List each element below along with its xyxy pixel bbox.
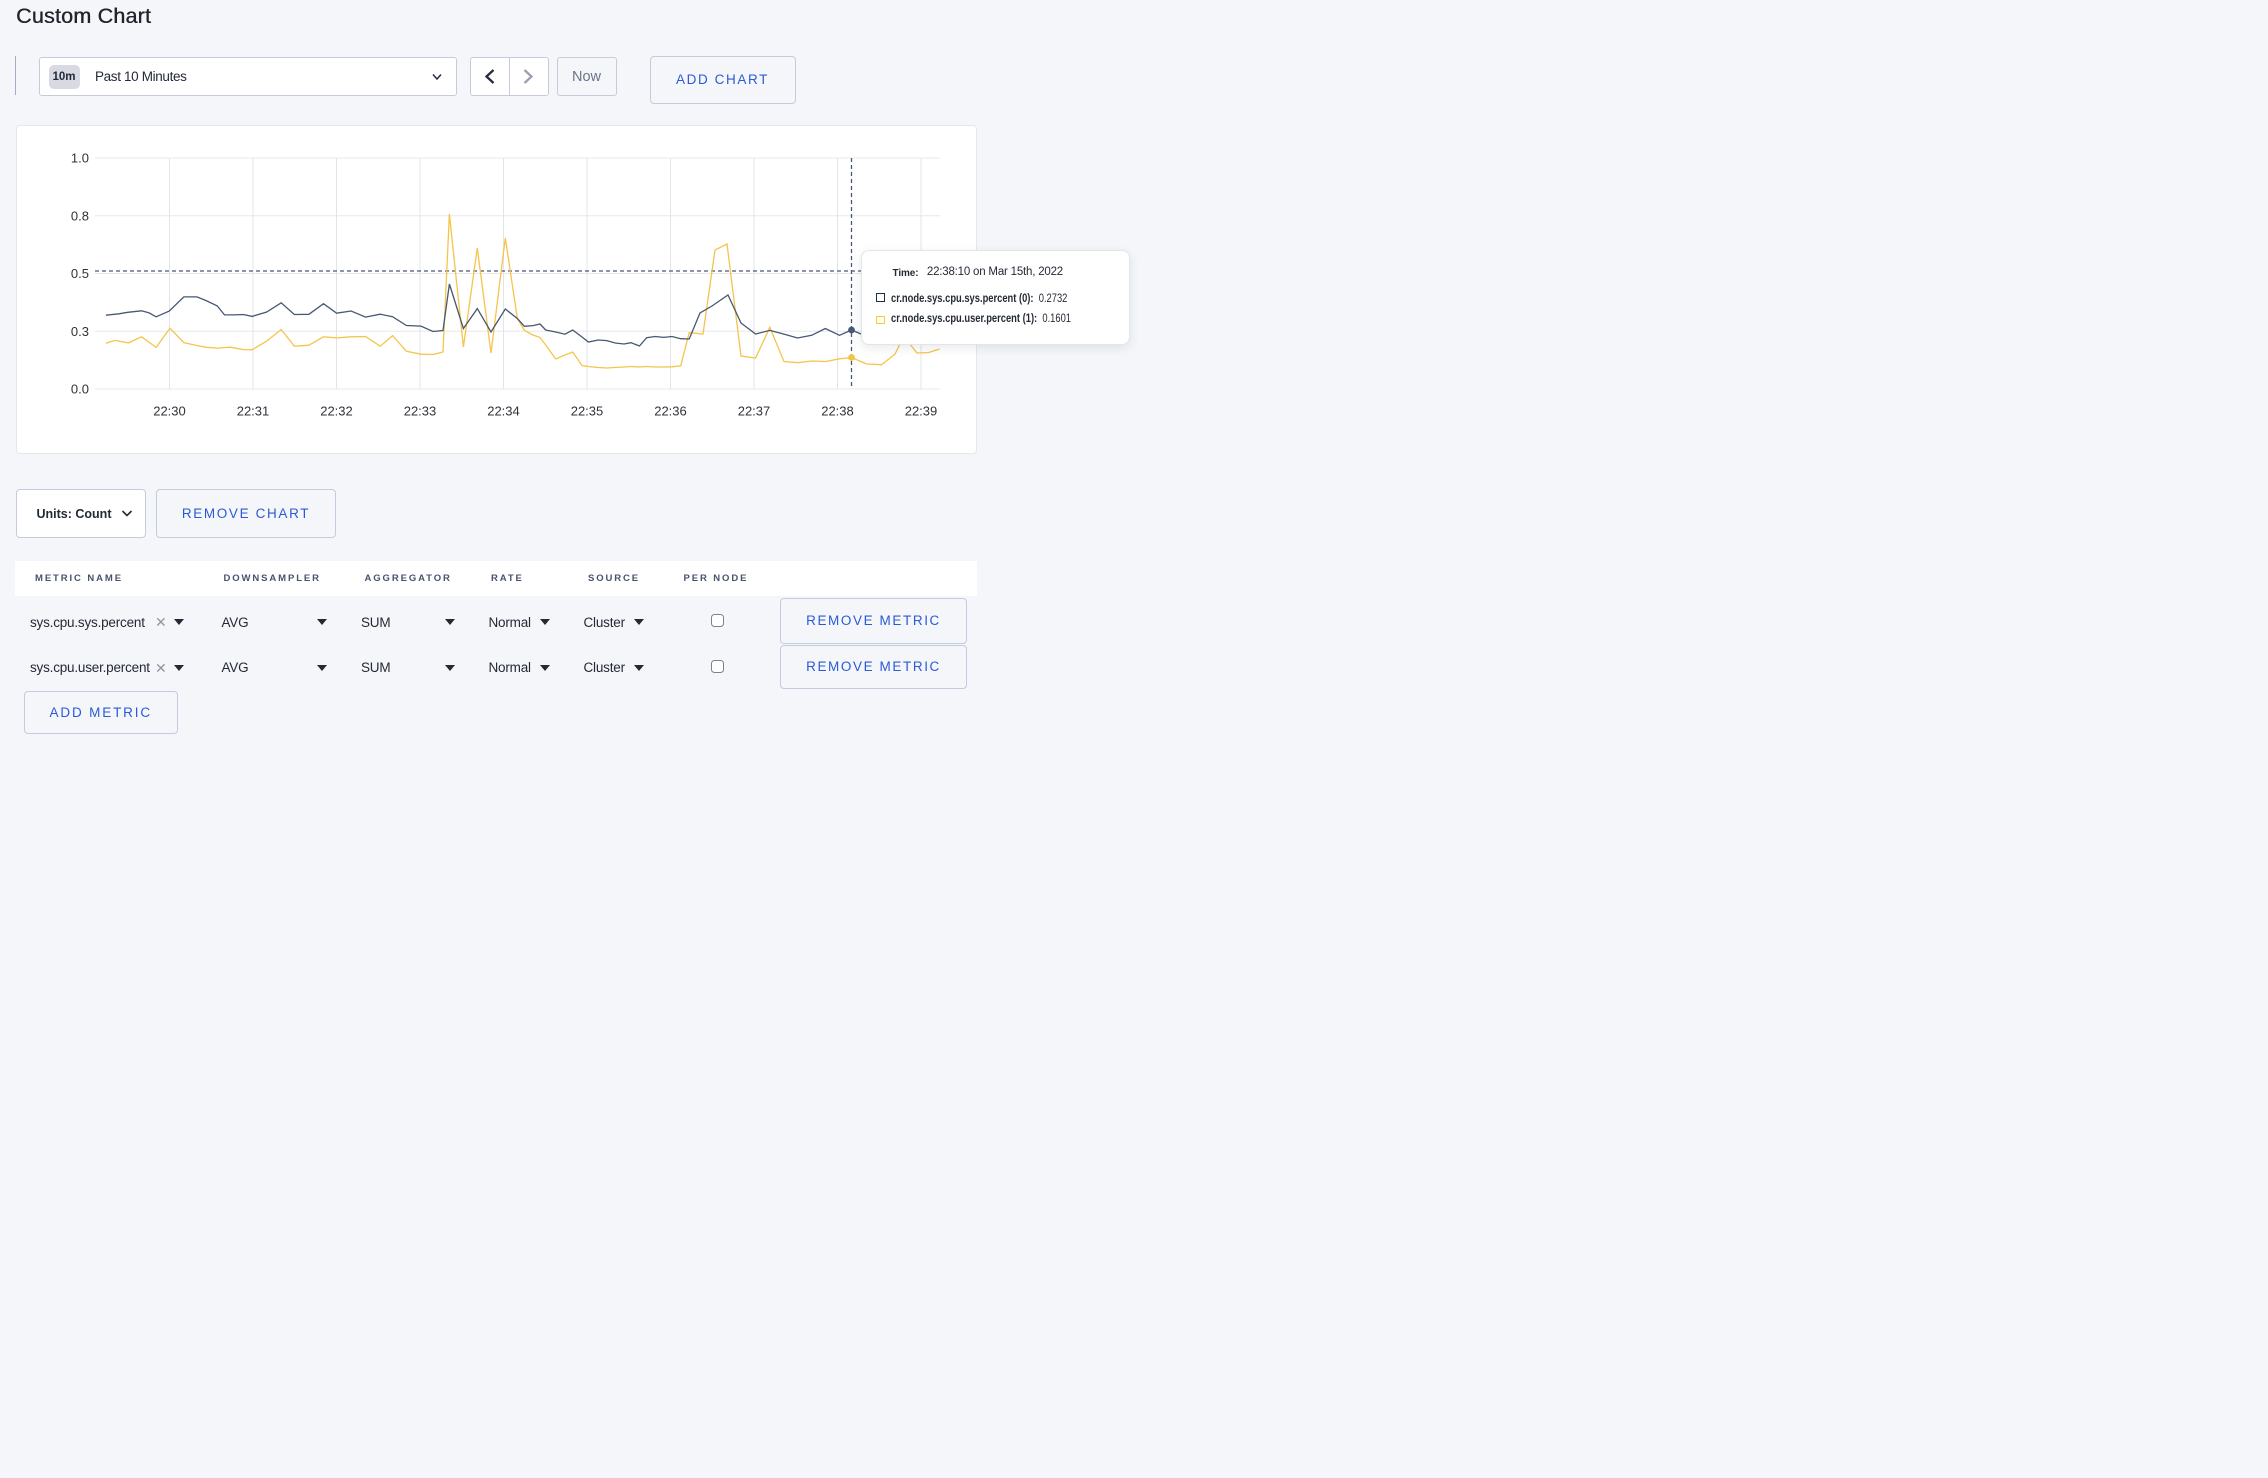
svg-text:22:33: 22:33 [404,403,437,418]
svg-text:22:38: 22:38 [821,403,854,418]
svg-text:22:35: 22:35 [571,403,604,418]
svg-text:22:39: 22:39 [905,403,938,418]
svg-text:22:37: 22:37 [738,403,771,418]
svg-text:22:32: 22:32 [320,403,353,418]
svg-text:22:30: 22:30 [153,403,186,418]
svg-text:22:31: 22:31 [237,403,270,418]
svg-text:0.3: 0.3 [71,324,89,339]
svg-text:22:36: 22:36 [654,403,687,418]
svg-text:0.0: 0.0 [71,382,89,397]
svg-text:1.0: 1.0 [71,151,89,166]
svg-text:0.8: 0.8 [71,208,89,223]
svg-text:0.5: 0.5 [71,266,89,281]
svg-text:22:34: 22:34 [487,403,520,418]
